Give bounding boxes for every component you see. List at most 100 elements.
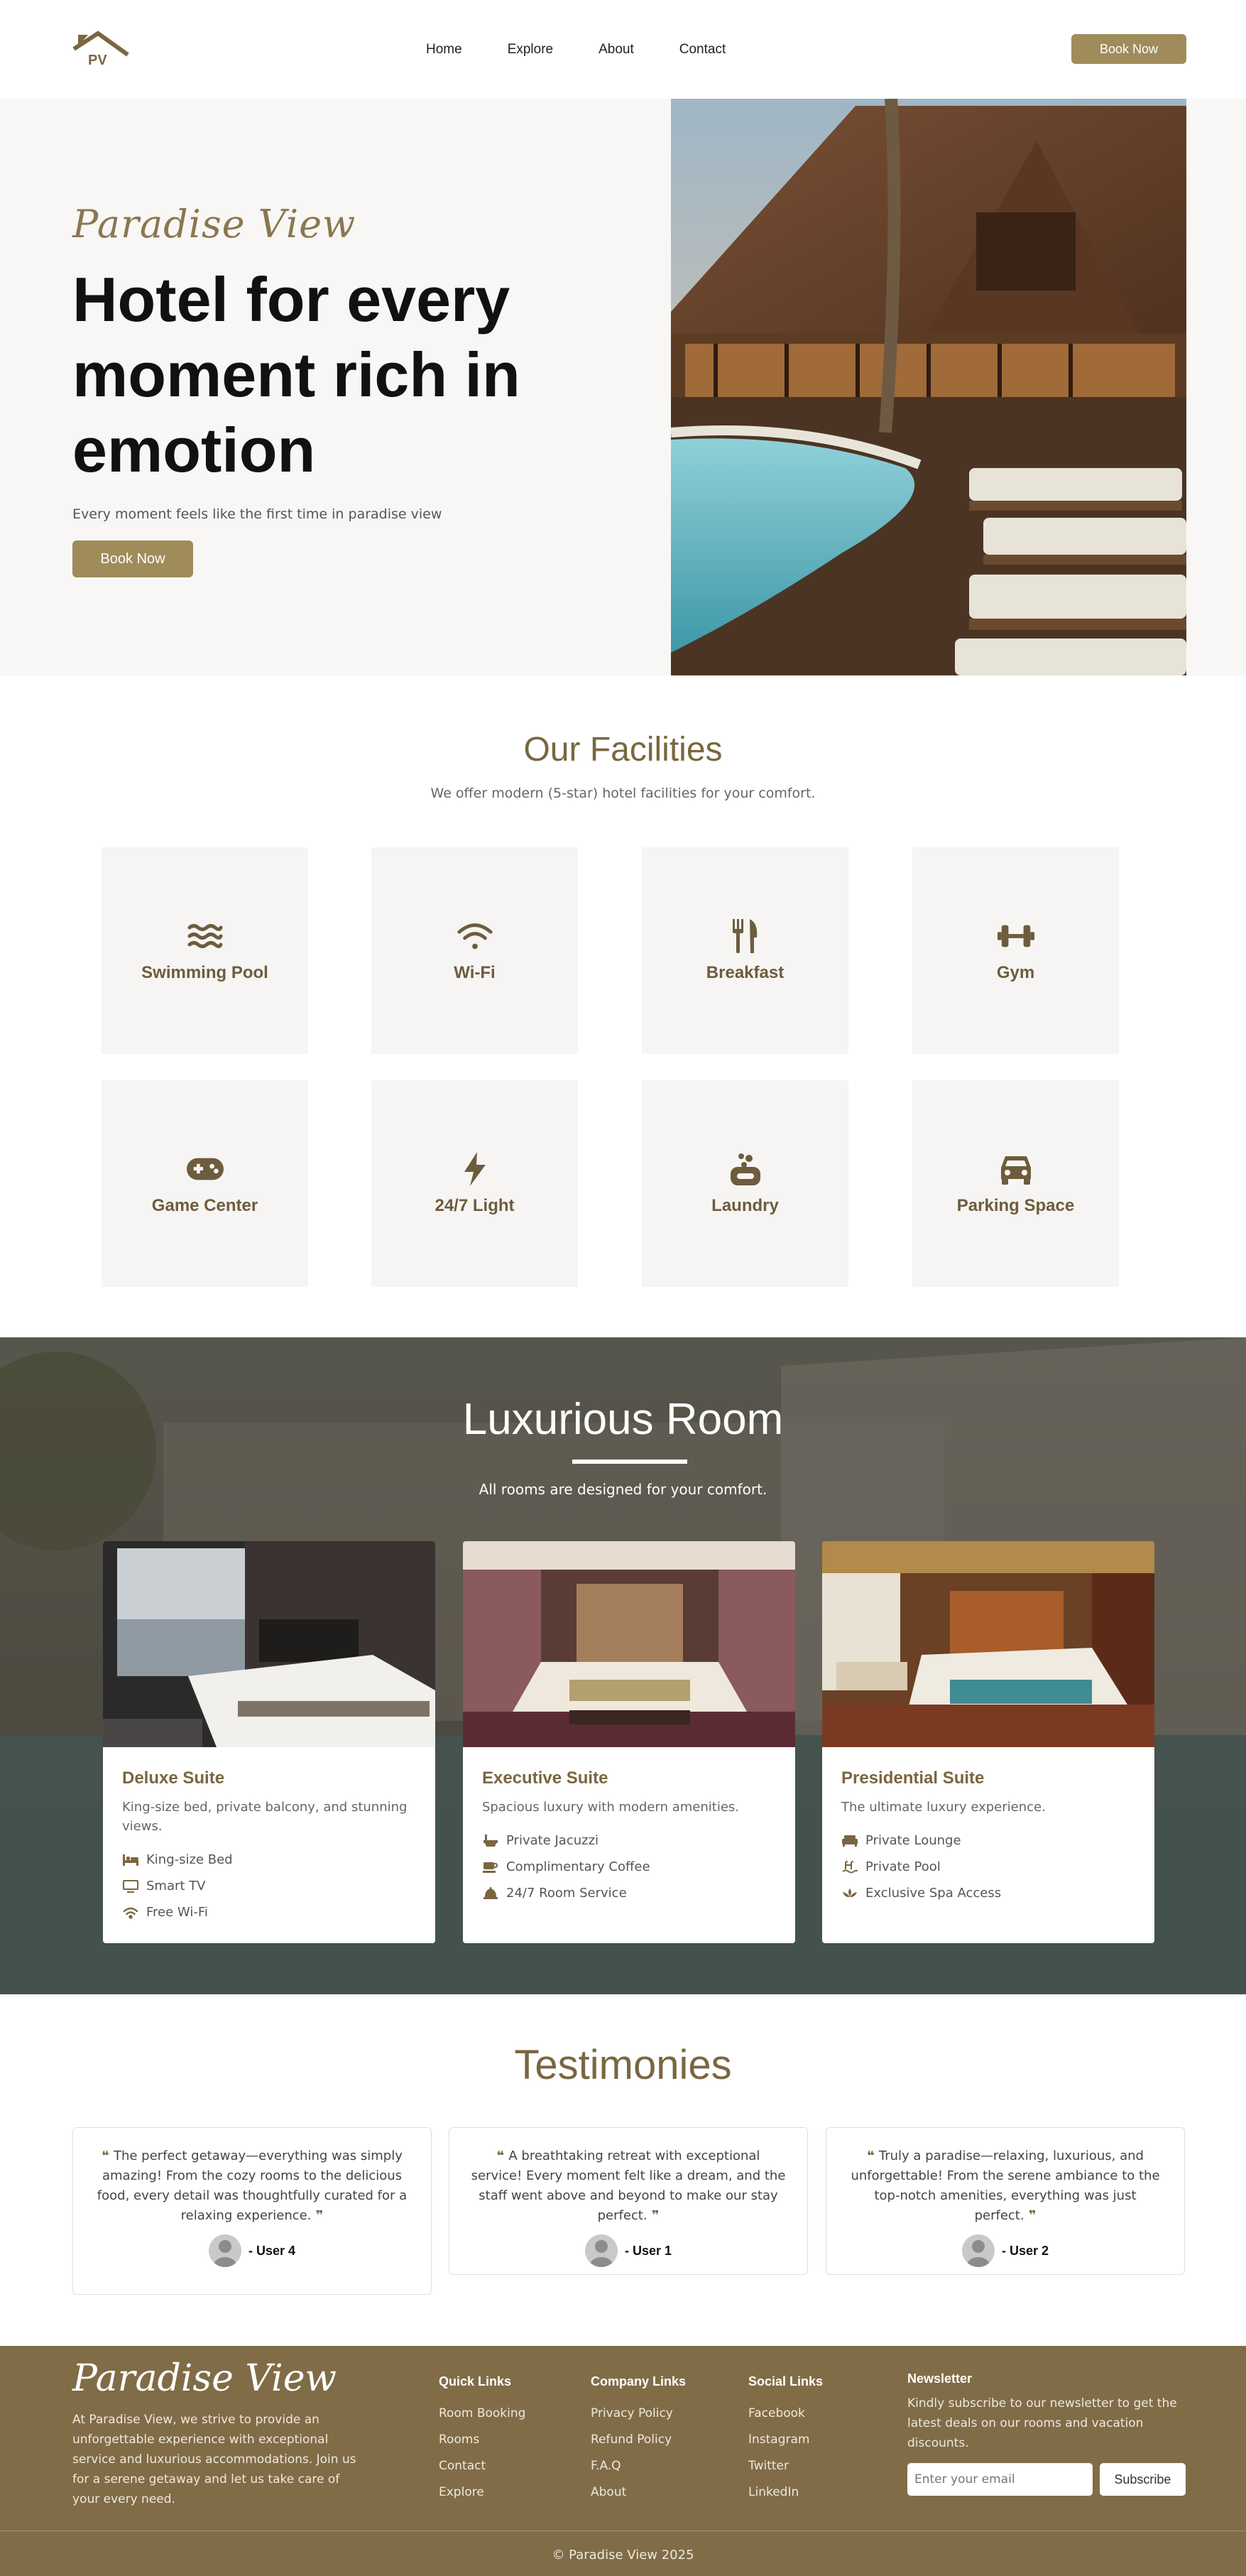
facility-label: Parking Space [956,1195,1075,1215]
footer-link[interactable]: LinkedIn [748,2479,823,2506]
facility-card-gym[interactable]: Gym [912,847,1119,1054]
facilities-subtitle: We offer modern (5-star) hotel facilitie… [430,786,816,801]
rooms-subtitle: All rooms are designed for your comfort. [479,1481,767,1498]
room-image [463,1541,795,1747]
newsletter-form: Subscribe [907,2463,1186,2496]
footer-col-title: Social Links [748,2374,824,2388]
wifi-icon [122,1906,139,1920]
room-card-presidential[interactable]: Presidential Suite The ultimate luxury e… [822,1541,1154,1943]
footer-link[interactable]: Instagram [748,2427,823,2453]
nav-home[interactable]: Home [426,42,462,58]
facility-label: Laundry [711,1195,779,1215]
newsletter-text: Kindly subscribe to our newsletter to ge… [907,2396,1177,2450]
testimonial-text: ❝ Truly a paradise—relaxing, luxurious, … [851,2148,1160,2223]
newsletter: Newsletter Kindly subscribe to our newsl… [907,2371,1186,2496]
hero-headline: Hotel for every moment rich in emotion [72,264,520,485]
footer-link[interactable]: Explore [439,2479,525,2506]
avatar [584,2234,618,2267]
rooms-title: Luxurious Room [462,1395,784,1444]
subscribe-button[interactable]: Subscribe [1099,2463,1186,2496]
footer-link[interactable]: Twitter [748,2453,823,2479]
spa-icon [841,1886,858,1901]
footer-brand: Paradise View [72,2357,337,2400]
room-feature: Smart TV [122,1873,233,1899]
avatar [208,2234,241,2267]
footer-link[interactable]: Refund Policy [591,2427,686,2453]
facility-label: Swimming Pool [141,962,268,982]
facility-card-game-center[interactable]: Game Center [102,1080,308,1287]
footer-link[interactable]: Contact [439,2453,525,2479]
room-feature: Free Wi-Fi [122,1899,233,1925]
footer-link[interactable]: Room Booking [439,2401,525,2427]
site-footer: Paradise View At Paradise View, we striv… [0,2346,1246,2576]
room-card-deluxe[interactable]: Deluxe Suite King-size bed, private balc… [103,1541,435,1943]
quote-open-icon: ❝ [102,2148,114,2163]
room-title: Deluxe Suite [122,1768,225,1788]
facility-card-swimming-pool[interactable]: Swimming Pool [102,847,308,1054]
facility-label: Breakfast [706,962,785,982]
footer-link[interactable]: F.A.Q [591,2453,686,2479]
testimonies-title: Testimonies [514,2042,732,2088]
facilities-title: Our Facilities [523,731,723,768]
coffee-icon [482,1860,499,1874]
quote-close-icon: ❞ [647,2208,660,2223]
facility-label: Game Center [151,1195,258,1215]
room-features: Private Jacuzzi Complimentary Coffee 24/… [482,1827,650,1906]
facility-card-wifi[interactable]: Wi-Fi [371,847,578,1054]
hero-book-button[interactable]: Book Now [72,540,193,577]
header-book-button[interactable]: Book Now [1071,34,1186,64]
pool-ladder-icon [841,1860,858,1874]
quote-open-icon: ❝ [496,2148,509,2163]
testimonial-card: ❝ Truly a paradise—relaxing, luxurious, … [826,2127,1185,2275]
room-image [822,1541,1154,1747]
testimonial-card: ❝ The perfect getaway—everything was sim… [72,2127,432,2295]
footer-about: At Paradise View, we strive to provide a… [72,2413,356,2506]
tv-icon [122,1879,139,1893]
hero-resort-image [671,99,1186,675]
testimonial-username: - User 4 [248,2243,296,2258]
gamepad-icon [186,1152,224,1186]
facility-label: 24/7 Light [435,1195,515,1215]
facility-card-breakfast[interactable]: Breakfast [642,847,848,1054]
quote-close-icon: ❞ [1024,2208,1037,2223]
footer-link[interactable]: About [591,2479,686,2506]
room-card-executive[interactable]: Executive Suite Spacious luxury with mod… [463,1541,795,1943]
room-title: Presidential Suite [841,1768,985,1788]
logo[interactable]: PV [72,30,129,69]
hero-subtitle: Every moment feels like the first time i… [72,506,442,522]
footer-link[interactable]: Facebook [748,2401,823,2427]
testimonial-text: ❝ The perfect getaway—everything was sim… [97,2148,408,2223]
footer-company-links: Company Links Privacy Policy Refund Poli… [591,2374,686,2506]
room-title: Executive Suite [482,1768,608,1788]
room-features: King-size Bed Smart TV Free Wi-Fi [122,1847,233,1925]
bed-icon [122,1853,139,1867]
bell-icon [482,1886,499,1901]
couch-icon [841,1834,858,1848]
footer-col-title: Quick Links [439,2374,512,2388]
footer-link[interactable]: Rooms [439,2427,525,2453]
newsletter-email-input[interactable] [907,2463,1093,2496]
dumbbell-icon [997,919,1034,953]
facility-card-laundry[interactable]: Laundry [642,1080,848,1287]
room-description: King-size bed, private balcony, and stun… [122,1800,408,1834]
facility-card-light[interactable]: 24/7 Light [371,1080,578,1287]
hero-section: Paradise View Hotel for every moment ric… [0,99,1246,675]
room-feature: Private Pool [841,1854,1001,1880]
nav-explore[interactable]: Explore [508,42,553,58]
lightning-icon [457,1151,493,1186]
room-feature: Private Lounge [841,1827,1001,1854]
nav-about[interactable]: About [599,42,634,58]
footer-link[interactable]: Privacy Policy [591,2401,686,2427]
testimonial-text: ❝ A breathtaking retreat with exceptiona… [471,2148,786,2223]
testimonial-user: - User 4 [94,2234,410,2267]
testimonial-card: ❝ A breathtaking retreat with exceptiona… [449,2127,808,2275]
water-waves-icon [187,919,224,953]
hero-script-title: Paradise View [72,202,356,246]
facility-card-parking[interactable]: Parking Space [912,1080,1119,1287]
nav-contact[interactable]: Contact [679,42,726,58]
testimonial-user: - User 2 [848,2234,1163,2267]
rooms-title-underline [572,1460,687,1464]
car-icon [998,1152,1034,1186]
room-description: The ultimate luxury experience. [841,1800,1046,1815]
avatar [961,2234,995,2267]
